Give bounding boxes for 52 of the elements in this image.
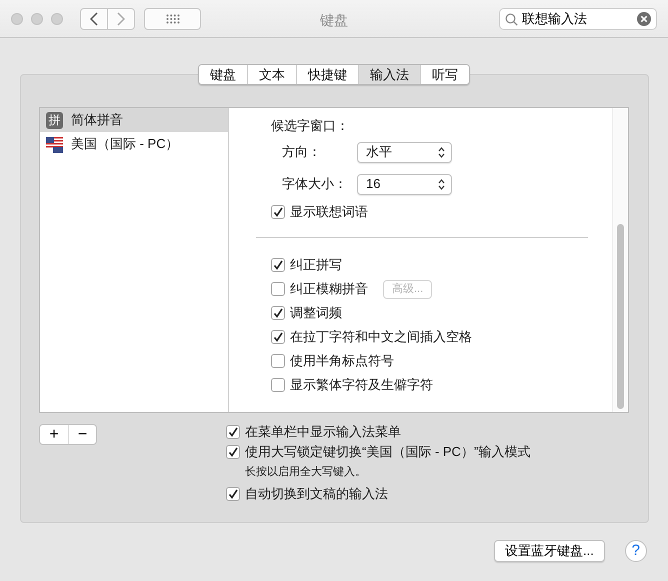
checkbox[interactable] <box>271 282 285 296</box>
popup-menu[interactable]: 水平 <box>357 142 452 162</box>
checkbox[interactable] <box>271 258 285 272</box>
grid-icon <box>166 14 180 24</box>
scrollbar-thumb[interactable] <box>617 224 624 409</box>
checkbox-label: 使用大写锁定键切换“美国（国际 - PC）”输入模式 <box>245 443 530 462</box>
checkbox-label: 在菜单栏中显示输入法菜单 <box>245 423 401 442</box>
flag-icon <box>46 136 63 152</box>
search-icon <box>505 13 518 26</box>
input-source-item[interactable]: 美国（国际 - PC） <box>40 132 228 156</box>
add-button[interactable]: + <box>40 425 68 444</box>
tab[interactable]: 键盘 <box>199 65 247 84</box>
input-source-item[interactable]: 拼 简体拼音 <box>40 108 228 132</box>
checkbox[interactable] <box>271 330 285 344</box>
stepper-arrows-icon <box>438 146 445 158</box>
checkbox-label: 显示联想词语 <box>290 203 368 222</box>
tab[interactable]: 快捷键 <box>296 65 358 84</box>
hint-text: 长按以启用全大写键入。 <box>244 464 367 480</box>
chevron-right-icon <box>117 12 125 26</box>
field-label: 方向： <box>282 143 322 162</box>
tab[interactable]: 听写 <box>420 65 469 84</box>
checkbox[interactable] <box>226 445 240 459</box>
tab[interactable]: 输入法 <box>358 65 420 84</box>
checkbox[interactable] <box>226 487 240 501</box>
search-field[interactable]: 联想输入法 <box>499 8 657 30</box>
popup-menu[interactable]: 16 <box>357 174 452 194</box>
pinyin-icon: 拼 <box>46 112 63 128</box>
checkbox-label: 自动切换到文稿的输入法 <box>245 485 388 504</box>
checkbox-label: 显示繁体字符及生僻字符 <box>290 376 433 394</box>
section-heading: 候选字窗口： <box>271 117 350 135</box>
checkbox[interactable] <box>271 378 285 392</box>
stepper-arrows-icon <box>438 178 445 190</box>
checkbox-label: 纠正拼写 <box>290 256 342 274</box>
checkbox-label: 在拉丁字符和中文之间插入空格 <box>290 328 472 346</box>
back-button[interactable] <box>80 8 108 30</box>
checkbox[interactable] <box>226 425 240 439</box>
window-title: 键盘 <box>320 12 348 28</box>
checkbox-label: 纠正模糊拼音 <box>290 280 368 298</box>
clear-icon[interactable] <box>637 12 651 26</box>
help-button[interactable]: ? <box>624 540 647 562</box>
checkbox[interactable] <box>271 306 285 320</box>
scrollbar[interactable] <box>612 108 628 412</box>
field-label: 字体大小： <box>282 175 348 194</box>
show-all-button[interactable] <box>144 8 201 30</box>
chevron-left-icon <box>90 12 98 26</box>
checkbox-label: 使用半角标点符号 <box>290 352 394 370</box>
checkbox[interactable] <box>271 354 285 368</box>
bluetooth-keyboard-button[interactable]: 设置蓝牙键盘... <box>494 540 605 562</box>
checkbox-label: 调整词频 <box>290 304 342 322</box>
checkbox[interactable] <box>271 205 285 219</box>
tab[interactable]: 文本 <box>247 65 296 84</box>
remove-button[interactable]: − <box>68 425 96 444</box>
